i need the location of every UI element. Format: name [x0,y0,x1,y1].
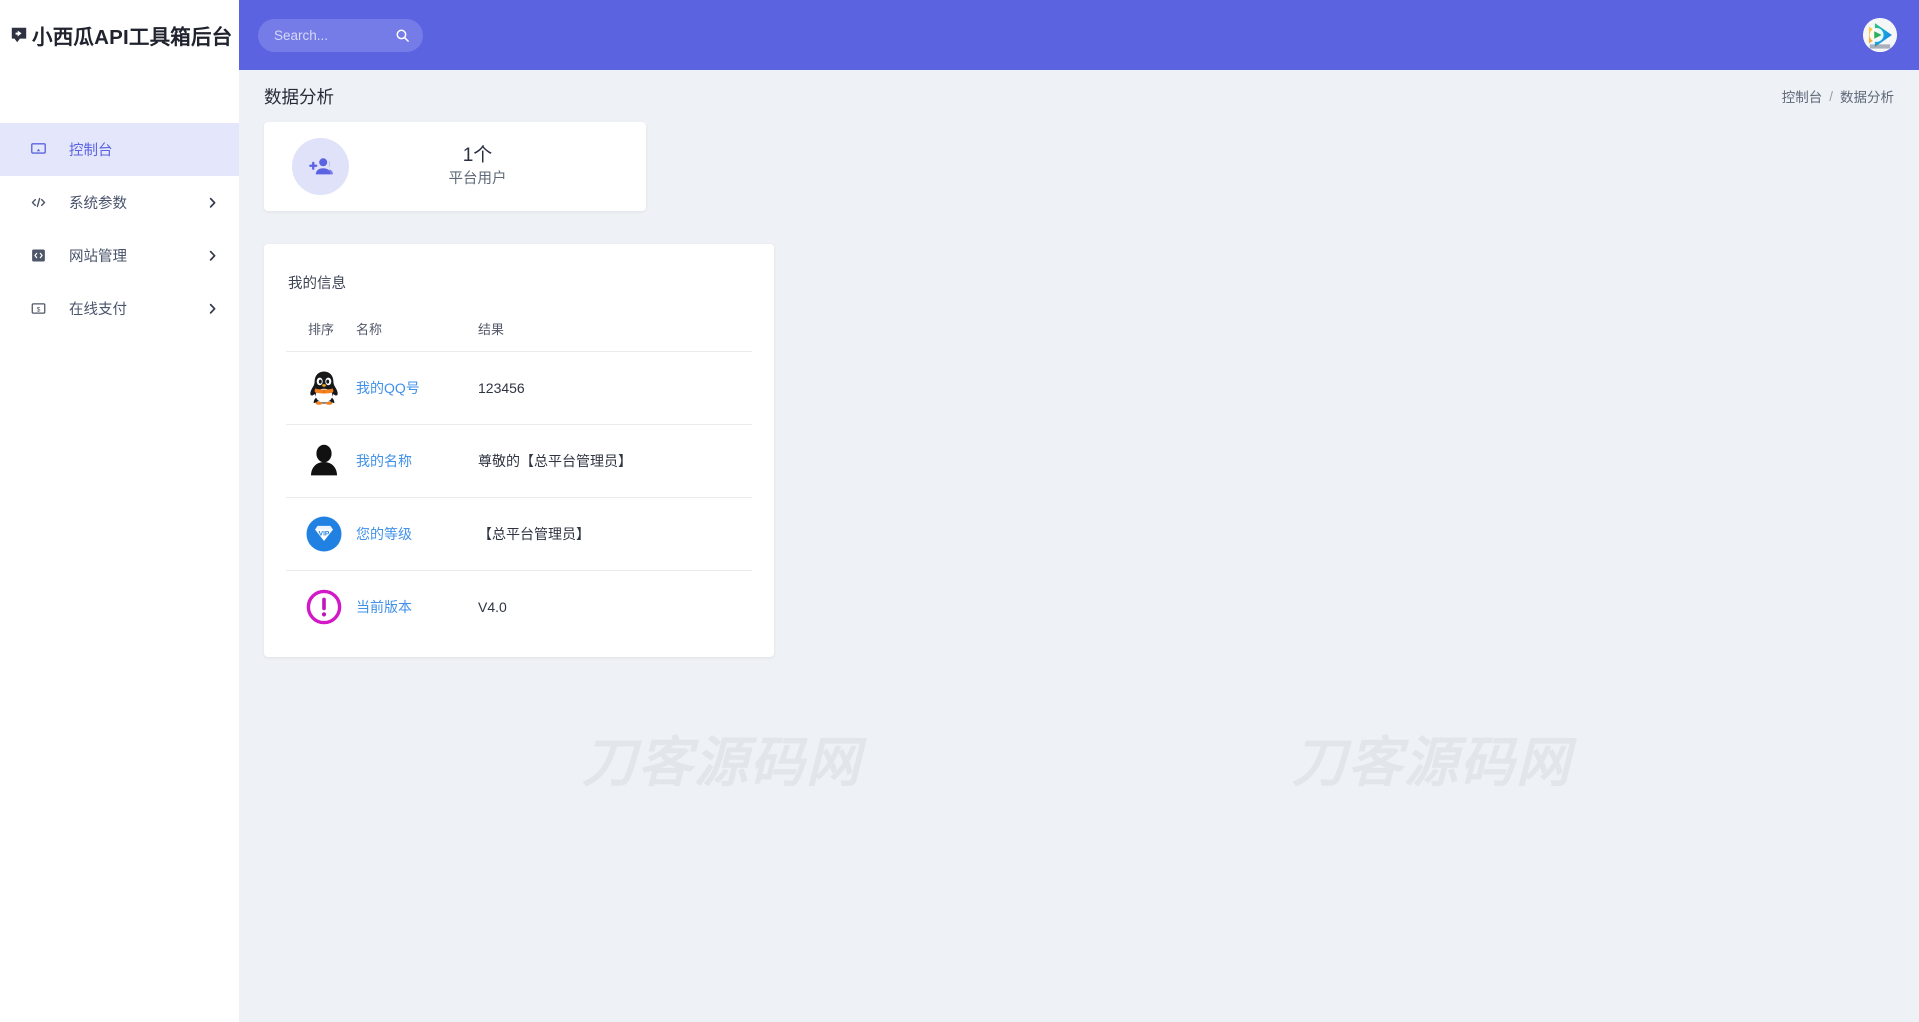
page-body: 刀客源码网 刀客源码网 数据分析 控制台 / 数据分析 1个 平台用户 我的信息… [239,70,1919,1022]
chevron-right-icon [208,196,217,209]
row-name-cell: 您的等级 [356,497,478,571]
sidebar-item-label: 系统参数 [69,196,127,212]
sidebar-item-label: 控制台 [69,143,113,159]
table-header-row: 排序 名称 结果 [286,319,752,352]
sidebar-nav: 控制台 系统参数 网站管理 $ 在线支付 [0,70,239,335]
row-result-cell: 【总平台管理员】 [478,497,752,571]
svg-text:VIP: VIP [319,531,330,538]
page-head: 数据分析 控制台 / 数据分析 [239,70,1919,122]
qq-penguin-icon [304,368,344,408]
monitor-icon [30,141,47,158]
search-input[interactable] [274,27,395,43]
top-header [239,0,1919,70]
sidebar-item-label: 网站管理 [69,249,127,265]
breadcrumb: 控制台 / 数据分析 [1782,86,1894,106]
row-name-link[interactable]: 您的等级 [356,526,412,542]
search-box[interactable] [258,18,423,52]
stat-text: 1个 平台用户 [371,142,618,191]
row-result-cell: 123456 [478,351,752,425]
row-icon-cell [286,424,356,498]
row-name-link[interactable]: 我的QQ号 [356,380,420,396]
breadcrumb-current: 数据分析 [1840,90,1894,105]
table-row: 我的名称 尊敬的【总平台管理员】 [286,424,752,498]
row-icon-cell [286,351,356,425]
row-name-link[interactable]: 当前版本 [356,599,412,615]
chevron-right-icon [208,249,217,262]
stat-card-platform-users[interactable]: 1个 平台用户 [264,122,646,211]
svg-text:$: $ [37,306,41,313]
chevron-right-icon [208,302,217,315]
breadcrumb-separator: / [1829,88,1833,104]
code-box-icon [30,247,47,264]
user-avatar[interactable] [1863,18,1897,52]
exclamation-circle-icon [304,587,344,627]
row-name-cell: 我的名称 [356,424,478,498]
row-result-cell: V4.0 [478,599,507,615]
sidebar-item-online-payment[interactable]: $ 在线支付 [0,282,239,335]
code-brackets-icon [30,194,47,211]
column-header-name: 名称 [356,319,478,352]
vip-diamond-icon: VIP [304,514,344,554]
sidebar-item-site-manage[interactable]: 网站管理 [0,229,239,282]
table-row: 当前版本 V4.0 [286,571,752,658]
row-name-link[interactable]: 我的名称 [356,453,412,469]
watermark-left: 刀客源码网 [582,733,862,793]
money-bill-icon: $ [30,300,47,317]
app-logo-icon [10,26,28,44]
user-silhouette-icon [304,441,344,481]
info-table-body: 我的QQ号 123456 我的名称 尊敬的【总平台管理员】 VIP 您的等级 【… [286,351,752,658]
row-name-cell: 当前版本 [356,571,478,658]
row-result-cell: 尊敬的【总平台管理员】 [478,424,752,498]
stat-label: 平台用户 [448,171,507,188]
info-card-title: 我的信息 [288,276,346,292]
info-card: 我的信息 排序 名称 结果 我的QQ号 123456 我的名称 尊敬的【总平台管… [264,244,774,657]
page-title: 数据分析 [264,86,334,107]
page-content: 1个 平台用户 我的信息 排序 名称 结果 我的QQ号 123456 我的名称 … [239,122,1919,657]
brand-logo[interactable]: 小西瓜API工具箱后台 [0,0,239,70]
column-header-order: 排序 [286,319,356,352]
table-row: 我的QQ号 123456 [286,351,752,425]
sidebar-item-system-params[interactable]: 系统参数 [0,176,239,229]
watermark-right: 刀客源码网 [1292,733,1572,793]
table-row: VIP 您的等级 【总平台管理员】 [286,497,752,571]
info-table: 排序 名称 结果 我的QQ号 123456 我的名称 尊敬的【总平台管理员】 V… [286,319,752,657]
add-user-icon [308,154,334,180]
row-icon-cell [286,571,356,658]
sidebar-item-label: 在线支付 [69,302,127,318]
search-icon[interactable] [395,28,410,43]
column-header-result: 结果 [478,319,752,352]
sidebar-item-console[interactable]: 控制台 [0,123,239,176]
stat-value: 1个 [462,144,493,166]
row-icon-cell: VIP [286,497,356,571]
row-name-cell: 我的QQ号 [356,351,478,425]
main-column: 刀客源码网 刀客源码网 数据分析 控制台 / 数据分析 [239,0,1919,1022]
brand-title: 小西瓜API工具箱后台 [32,26,233,49]
sidebar: 小西瓜API工具箱后台 控制台 系统参数 网站管理 $ 在线支付 [0,0,239,1022]
breadcrumb-parent[interactable]: 控制台 [1782,86,1823,106]
app-root: 小西瓜API工具箱后台 控制台 系统参数 网站管理 $ 在线支付 Search.… [0,0,1919,1022]
stat-icon-wrap [292,138,349,195]
info-table-head: 排序 名称 结果 [286,319,752,352]
